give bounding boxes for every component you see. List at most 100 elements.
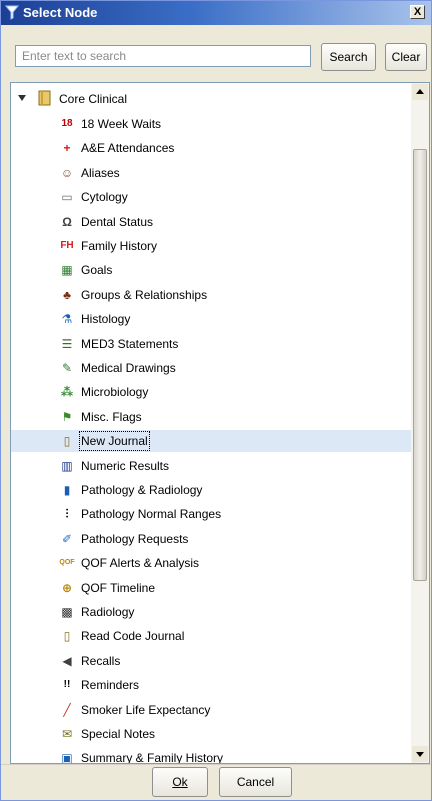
- tree-node-label: Summary & Family History: [81, 751, 224, 764]
- tree-node-label: Dental Status: [81, 215, 154, 229]
- node-tree[interactable]: Core Clinical 18 18 Week Waits + A&E Attend…: [10, 82, 430, 764]
- goals-icon: ▦: [61, 263, 73, 277]
- syringe-icon: ✐: [61, 532, 73, 546]
- cancel-label: Cancel: [236, 775, 275, 789]
- tree-node[interactable]: ◀ Recalls: [11, 650, 411, 672]
- tree-node[interactable]: ⚗ Histology: [11, 308, 411, 330]
- tree-node-label: Reminders: [81, 678, 140, 692]
- tree-node[interactable]: !! Reminders: [11, 674, 411, 696]
- numeric-results-icon: ▥: [61, 459, 73, 473]
- tree-node-label: Misc. Flags: [81, 410, 142, 424]
- tree-node-label: Special Notes: [81, 727, 156, 741]
- tree-root-label: Core Clinical: [59, 92, 128, 106]
- med3-icon: ☰: [61, 337, 73, 351]
- tree-node-label: Pathology Normal Ranges: [81, 507, 222, 521]
- family-history-icon: FH: [60, 240, 74, 251]
- tree-node-label: QOF Timeline: [81, 581, 156, 595]
- title-bar[interactable]: Select Node X: [1, 1, 431, 25]
- tree-node[interactable]: ▯ Read Code Journal: [11, 625, 411, 647]
- tree-node-label: Radiology: [81, 605, 135, 619]
- tree-node-label: Read Code Journal: [81, 629, 185, 643]
- tree-node[interactable]: ☰ MED3 Statements: [11, 333, 411, 355]
- tree-node[interactable]: ▩ Radiology: [11, 601, 411, 623]
- tree-node[interactable]: ✐ Pathology Requests: [11, 528, 411, 550]
- groups-icon: ♣: [63, 288, 71, 302]
- tree-node[interactable]: 18 18 Week Waits: [11, 113, 411, 135]
- aliases-icon: ☺: [60, 166, 74, 180]
- tree-node-label: Goals: [81, 263, 113, 277]
- vertical-scrollbar[interactable]: [411, 83, 429, 763]
- tree-node[interactable]: ▭ Cytology: [11, 186, 411, 208]
- tooth-icon: Ω: [62, 215, 72, 229]
- microscope-icon: ⚗: [61, 312, 73, 326]
- scrollbar-thumb[interactable]: [413, 149, 427, 581]
- tree-node-label: New Journal: [79, 431, 150, 451]
- tree-node-label: Family History: [81, 239, 158, 253]
- tree-node[interactable]: ▮ Pathology & Radiology: [11, 479, 411, 501]
- cytology-icon: ▭: [61, 190, 73, 204]
- tree-node-label: Smoker Life Expectancy: [81, 703, 211, 717]
- tree-node-label: Pathology Requests: [81, 532, 189, 546]
- collapse-arrow-icon[interactable]: [18, 95, 26, 101]
- tree-node[interactable]: ▥ Numeric Results: [11, 455, 411, 477]
- tree-node[interactable]: Ω Dental Status: [11, 211, 411, 233]
- search-button[interactable]: Search: [321, 43, 376, 71]
- microbiology-icon: ⁂: [60, 385, 74, 399]
- core-clinical-book-icon: [38, 90, 51, 106]
- ok-button[interactable]: Ok: [152, 767, 208, 797]
- tree-node[interactable]: ⚑ Misc. Flags: [11, 406, 411, 428]
- tree-node[interactable]: QOF QOF Alerts & Analysis: [11, 552, 411, 574]
- tree-node[interactable]: ⁂ Microbiology: [11, 381, 411, 403]
- journal-icon: ▯: [63, 434, 71, 448]
- tree-node-label: Histology: [81, 312, 131, 326]
- summary-icon: ▣: [61, 751, 73, 764]
- tree-node[interactable]: ▦ Goals: [11, 259, 411, 281]
- clear-button[interactable]: Clear: [385, 43, 427, 71]
- tree-node-label: 18 Week Waits: [81, 117, 162, 131]
- tree-node[interactable]: ⫶ Pathology Normal Ranges: [11, 503, 411, 525]
- read-code-journal-icon: ▯: [63, 629, 71, 643]
- special-notes-icon: ✉: [61, 727, 73, 741]
- tree-node-label: Pathology & Radiology: [81, 483, 203, 497]
- tree-node-label: Cytology: [81, 190, 128, 204]
- tree-node-label: Recalls: [81, 654, 121, 668]
- filter-funnel-icon: [5, 5, 19, 20]
- tree-node[interactable]: ▣ Summary & Family History: [11, 747, 411, 764]
- tree-node[interactable]: ▯ New Journal: [11, 430, 411, 452]
- tree-node[interactable]: ✉ Special Notes: [11, 723, 411, 745]
- tree-node-label: Medical Drawings: [81, 361, 176, 375]
- tree-node[interactable]: ✎ Medical Drawings: [11, 357, 411, 379]
- tree-node[interactable]: + A&E Attendances: [11, 137, 411, 159]
- pathology-radiology-icon: ▮: [63, 483, 71, 497]
- 18-week-waits-icon: 18: [61, 118, 73, 129]
- tree-node[interactable]: FH Family History: [11, 235, 411, 257]
- reminders-icon: !!: [63, 679, 71, 690]
- window-title: Select Node: [23, 5, 98, 20]
- tree-node-label: QOF Alerts & Analysis: [81, 556, 200, 570]
- medical-drawings-icon: ✎: [61, 361, 73, 375]
- select-node-dialog: Select Node X Search Clear Core Clinical…: [0, 0, 432, 801]
- search-input[interactable]: [16, 46, 310, 66]
- qof-alerts-icon: QOF: [59, 559, 75, 566]
- tree-node-label: Numeric Results: [81, 459, 170, 473]
- tree-node-label: Aliases: [81, 166, 120, 180]
- search-field[interactable]: [15, 45, 311, 67]
- smoker-icon: ╱: [63, 703, 71, 717]
- tree-node[interactable]: ☺ Aliases: [11, 162, 411, 184]
- scroll-down-arrow-icon[interactable]: [412, 746, 428, 762]
- qof-timeline-icon: ⊕: [61, 581, 73, 595]
- misc-flags-icon: ⚑: [61, 410, 73, 424]
- tree-node-label: Groups & Relationships: [81, 288, 208, 302]
- scroll-up-arrow-icon[interactable]: [412, 84, 428, 100]
- footer-divider: [1, 764, 431, 765]
- radiology-icon: ▩: [61, 605, 73, 619]
- tree-node[interactable]: ♣ Groups & Relationships: [11, 284, 411, 306]
- cancel-button[interactable]: Cancel: [219, 767, 292, 797]
- tree-node-label: MED3 Statements: [81, 337, 179, 351]
- close-button[interactable]: X: [410, 5, 425, 19]
- normal-ranges-icon: ⫶: [65, 507, 69, 521]
- tree-node-label: A&E Attendances: [81, 141, 175, 155]
- tree-node[interactable]: ╱ Smoker Life Expectancy: [11, 699, 411, 721]
- tree-node[interactable]: ⊕ QOF Timeline: [11, 577, 411, 599]
- recalls-icon: ◀: [62, 654, 72, 668]
